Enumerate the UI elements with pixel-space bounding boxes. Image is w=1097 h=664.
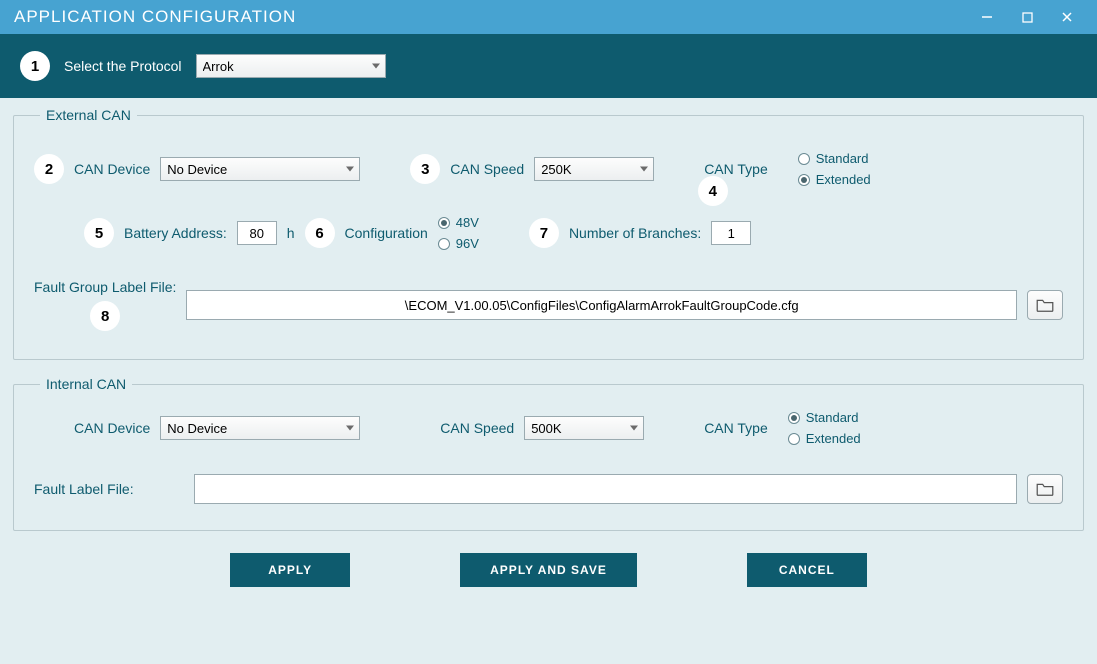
browse-fault-group-file-button[interactable]: [1027, 290, 1063, 320]
radio-icon: [798, 153, 810, 165]
titlebar: APPLICATION CONFIGURATION: [0, 0, 1097, 34]
branches-input[interactable]: [711, 221, 751, 245]
close-button[interactable]: [1047, 0, 1087, 34]
radio-icon: [788, 433, 800, 445]
app-window: APPLICATION CONFIGURATION 1 Select the P…: [0, 0, 1097, 664]
window-title: APPLICATION CONFIGURATION: [14, 7, 296, 27]
button-bar: APPLY APPLY AND SAVE CANCEL: [11, 547, 1086, 599]
internal-can-legend: Internal CAN: [40, 376, 132, 392]
radio-icon: [798, 174, 810, 186]
radio-label: 96V: [456, 236, 479, 251]
radio-label: Standard: [806, 410, 859, 425]
configuration-group: 48V 96V: [438, 215, 479, 251]
int-can-type-label: CAN Type: [704, 420, 768, 436]
configuration-48v[interactable]: 48V: [438, 215, 479, 230]
maximize-button[interactable]: [1007, 0, 1047, 34]
step-badge-3: 3: [410, 154, 440, 184]
protocol-select[interactable]: [196, 54, 386, 78]
int-can-device-select[interactable]: [160, 416, 360, 440]
step-badge-7: 7: [529, 218, 559, 248]
step-badge-1: 1: [20, 51, 50, 81]
ext-can-speed-label: CAN Speed: [450, 161, 524, 177]
int-fault-file-input[interactable]: [194, 474, 1017, 504]
ext-can-device-label: CAN Device: [74, 161, 150, 177]
radio-label: Extended: [816, 172, 871, 187]
branches-label: Number of Branches:: [569, 225, 701, 241]
browse-int-fault-file-button[interactable]: [1027, 474, 1063, 504]
configuration-label: Configuration: [345, 225, 428, 241]
step-badge-2: 2: [34, 154, 64, 184]
radio-label: Extended: [806, 431, 861, 446]
step-badge-4: 4: [698, 176, 728, 206]
ext-can-speed-select[interactable]: [534, 157, 654, 181]
battery-address-input[interactable]: [237, 221, 277, 245]
battery-address-label: Battery Address:: [124, 225, 227, 241]
int-can-speed-select[interactable]: [524, 416, 644, 440]
int-can-type-group: Standard Extended: [788, 410, 861, 446]
internal-can-group: Internal CAN CAN Device CAN Speed CAN Ty…: [13, 376, 1084, 531]
ext-can-type-group: Standard Extended: [798, 151, 871, 187]
fault-group-file-label: Fault Group Label File:: [34, 279, 176, 295]
radio-icon: [438, 217, 450, 229]
ext-can-type-standard[interactable]: Standard: [798, 151, 871, 166]
content-area: External CAN 2 CAN Device 3 CAN Speed CA…: [0, 98, 1097, 664]
step-badge-5: 5: [84, 218, 114, 248]
configuration-96v[interactable]: 96V: [438, 236, 479, 251]
step-badge-8: 8: [90, 301, 120, 331]
radio-icon: [788, 412, 800, 424]
int-fault-file-label: Fault Label File:: [34, 481, 184, 497]
protocol-bar: 1 Select the Protocol: [0, 34, 1097, 98]
external-can-legend: External CAN: [40, 107, 137, 123]
int-can-type-standard[interactable]: Standard: [788, 410, 861, 425]
int-can-device-label: CAN Device: [74, 420, 150, 436]
apply-and-save-button[interactable]: APPLY AND SAVE: [460, 553, 637, 587]
apply-button[interactable]: APPLY: [230, 553, 350, 587]
cancel-button[interactable]: CANCEL: [747, 553, 867, 587]
folder-icon: [1035, 298, 1055, 312]
fault-group-file-input[interactable]: [186, 290, 1017, 320]
external-can-group: External CAN 2 CAN Device 3 CAN Speed CA…: [13, 107, 1084, 360]
int-can-speed-label: CAN Speed: [440, 420, 514, 436]
minimize-button[interactable]: [967, 0, 1007, 34]
radio-icon: [438, 238, 450, 250]
folder-icon: [1035, 482, 1055, 496]
radio-label: 48V: [456, 215, 479, 230]
step-badge-6: 6: [305, 218, 335, 248]
battery-address-unit: h: [287, 225, 295, 241]
protocol-label: Select the Protocol: [64, 58, 182, 74]
radio-label: Standard: [816, 151, 869, 166]
int-can-type-extended[interactable]: Extended: [788, 431, 861, 446]
ext-can-type-extended[interactable]: Extended: [798, 172, 871, 187]
ext-can-device-select[interactable]: [160, 157, 360, 181]
ext-can-type-label: CAN Type: [704, 161, 768, 177]
